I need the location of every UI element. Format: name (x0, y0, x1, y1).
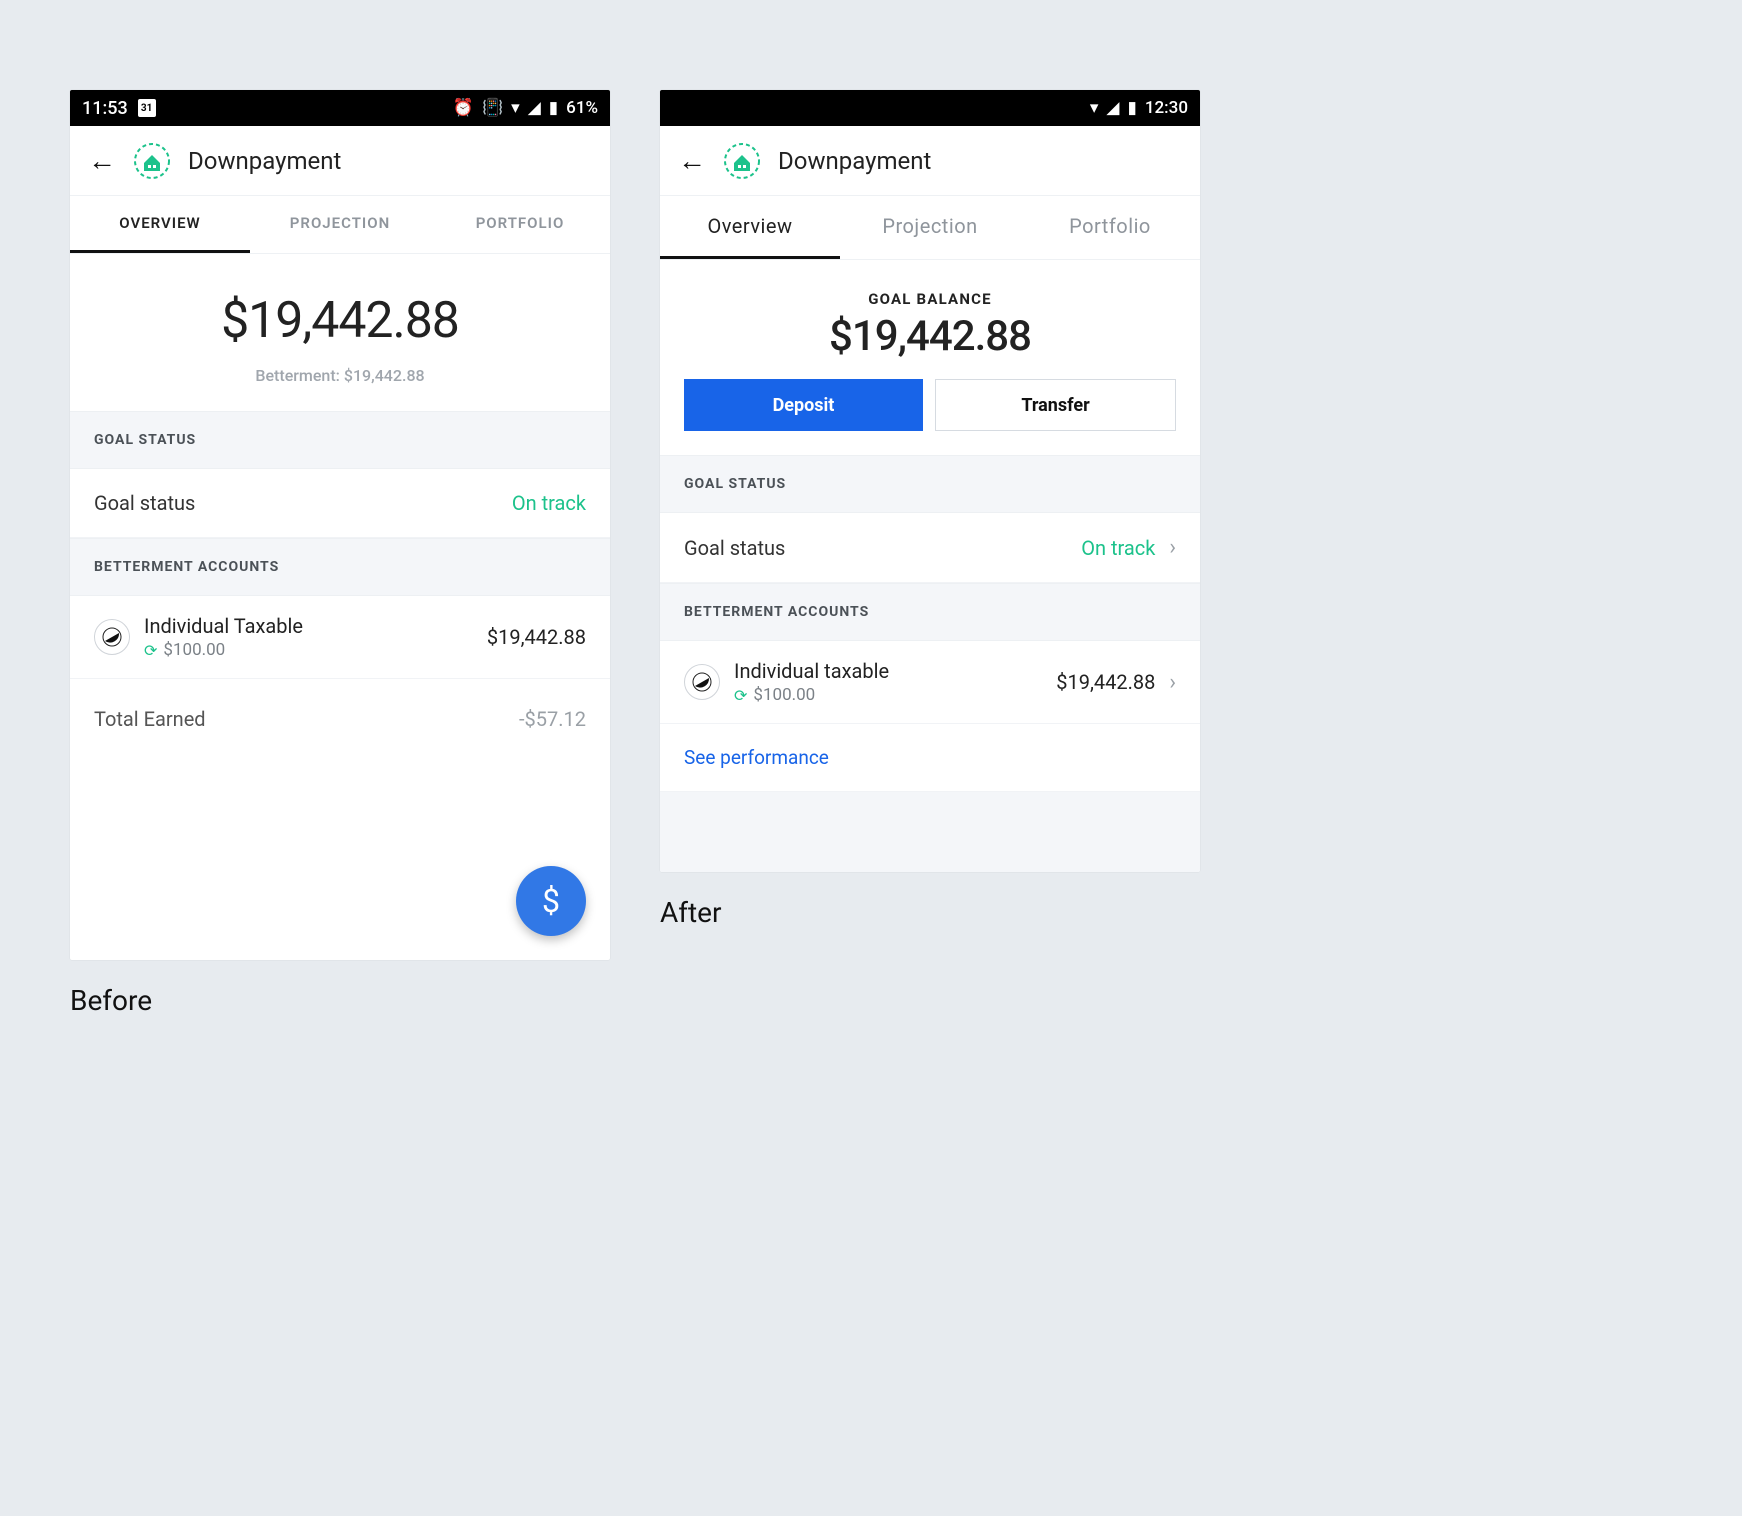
accounts-heading: BETTERMENT ACCOUNTS (660, 583, 1200, 641)
vibrate-icon: 📳 (482, 98, 503, 118)
chevron-right-icon: › (1169, 535, 1176, 560)
goal-status-label: Goal status (684, 536, 1081, 560)
page-title: Downpayment (778, 147, 931, 175)
total-earned-value: -$57.12 (519, 707, 586, 731)
tab-overview[interactable]: OVERVIEW (70, 196, 250, 253)
balance-block: GOAL BALANCE $19,442.88 (660, 260, 1200, 379)
goal-balance-label: GOAL BALANCE (660, 290, 1200, 308)
wifi-icon: ▾ (511, 98, 520, 118)
battery-pct: 61% (566, 98, 598, 118)
calendar-icon: 31 (138, 99, 156, 117)
tab-projection[interactable]: Projection (840, 196, 1020, 259)
back-arrow-icon[interactable]: ← (678, 144, 706, 177)
recurring-icon: ⟳ (734, 686, 747, 705)
betterment-logo-icon (94, 619, 130, 655)
page-title: Downpayment (188, 147, 341, 175)
tab-portfolio[interactable]: Portfolio (1020, 196, 1200, 259)
alarm-icon: ⏰ (453, 98, 474, 118)
goal-status-value: On track (1081, 536, 1155, 560)
goal-status-heading: GOAL STATUS (70, 411, 610, 469)
tabs: OVERVIEW PROJECTION PORTFOLIO (70, 196, 610, 254)
account-name: Individual taxable (734, 659, 1056, 683)
goal-house-icon (724, 143, 760, 179)
status-bar: ▾ ◢ ▮ 12:30 (660, 90, 1200, 126)
battery-icon: ▮ (1128, 98, 1137, 118)
goal-status-heading: GOAL STATUS (660, 455, 1200, 513)
goal-status-value: On track (512, 491, 586, 515)
tab-portfolio[interactable]: PORTFOLIO (430, 196, 610, 253)
account-row[interactable]: Individual taxable ⟳ $100.00 $19,442.88 … (660, 641, 1200, 724)
account-balance: $19,442.88 (487, 625, 586, 649)
see-performance-link[interactable]: See performance (660, 724, 1200, 792)
total-earned-row: Total Earned -$57.12 (70, 679, 610, 759)
signal-icon: ◢ (1106, 98, 1119, 118)
goal-status-row[interactable]: Goal status On track › (660, 513, 1200, 583)
balance-amount: $19,442.88 (70, 292, 610, 350)
account-balance: $19,442.88 (1056, 670, 1155, 694)
app-header: ← Downpayment (70, 126, 610, 196)
wifi-icon: ▾ (1090, 98, 1099, 118)
goal-house-icon (134, 143, 170, 179)
balance-sub: Betterment: $19,442.88 (70, 366, 610, 385)
goal-status-row[interactable]: Goal status On track (70, 469, 610, 538)
accounts-heading: BETTERMENT ACCOUNTS (70, 538, 610, 596)
app-header: ← Downpayment (660, 126, 1200, 196)
battery-icon: ▮ (549, 98, 558, 118)
phone-before: 11:53 31 ⏰ 📳 ▾ ◢ ▮ 61% ← Downpayment (70, 90, 610, 960)
status-time: 12:30 (1145, 98, 1188, 118)
account-recurring-amount: $100.00 (163, 640, 225, 660)
tab-projection[interactable]: PROJECTION (250, 196, 430, 253)
total-earned-label: Total Earned (94, 707, 206, 731)
account-recurring-amount: $100.00 (753, 685, 815, 705)
phone-after: ▾ ◢ ▮ 12:30 ← Downpayment Overview Proje… (660, 90, 1200, 872)
caption-after: After (660, 896, 1200, 929)
status-bar: 11:53 31 ⏰ 📳 ▾ ◢ ▮ 61% (70, 90, 610, 126)
deposit-button[interactable]: Deposit (684, 379, 923, 431)
betterment-logo-icon (684, 664, 720, 700)
tabs: Overview Projection Portfolio (660, 196, 1200, 260)
goal-status-label: Goal status (94, 491, 512, 515)
chevron-right-icon: › (1169, 670, 1176, 695)
signal-icon: ◢ (528, 98, 541, 118)
tab-overview[interactable]: Overview (660, 196, 840, 259)
recurring-icon: ⟳ (144, 641, 157, 660)
account-row[interactable]: Individual Taxable ⟳ $100.00 $19,442.88 (70, 596, 610, 679)
transfer-button[interactable]: Transfer (935, 379, 1176, 431)
fab-deposit-button[interactable]: $ (516, 866, 586, 936)
balance-amount: $19,442.88 (660, 312, 1200, 361)
back-arrow-icon[interactable]: ← (88, 144, 116, 177)
account-name: Individual Taxable (144, 614, 487, 638)
status-time: 11:53 (82, 98, 128, 119)
empty-space (660, 792, 1200, 872)
caption-before: Before (70, 984, 610, 1017)
balance-block: $19,442.88 Betterment: $19,442.88 (70, 254, 610, 411)
dollar-icon: $ (542, 882, 560, 920)
action-row: Deposit Transfer (660, 379, 1200, 455)
